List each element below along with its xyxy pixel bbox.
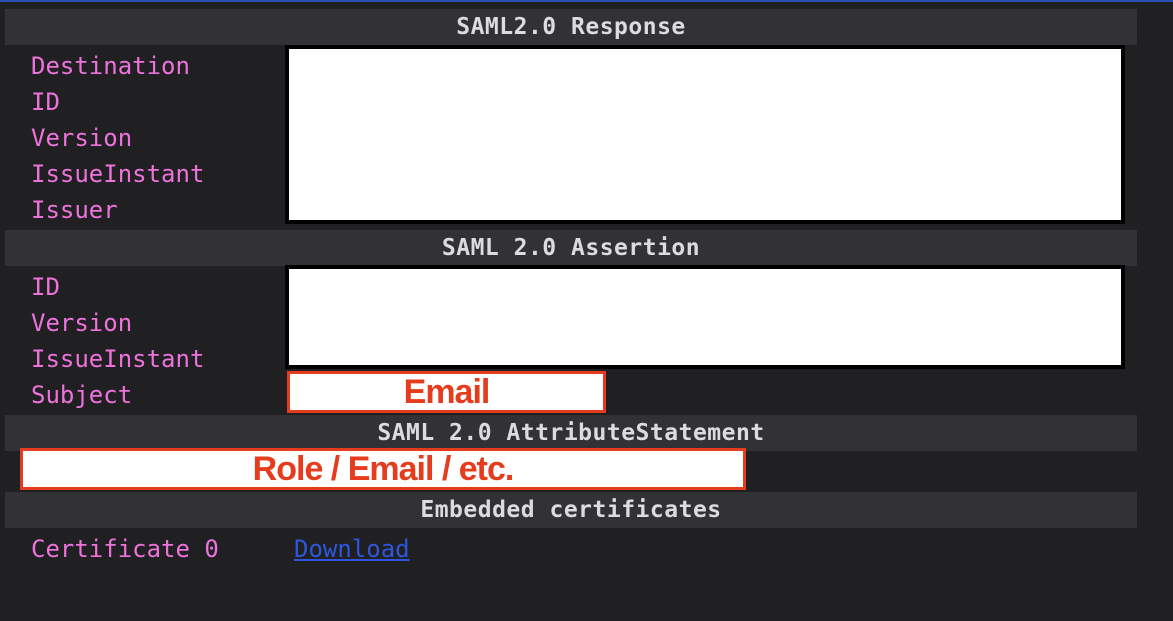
response-destination-label: Destination — [31, 52, 190, 80]
attribute-statement-section-header: SAML 2.0 AttributeStatement — [5, 415, 1137, 451]
assertion-id-label: ID — [31, 273, 60, 301]
certificates-section-header: Embedded certificates — [5, 492, 1137, 528]
certificate-0-label: Certificate 0 — [31, 535, 219, 563]
attribute-statement-annotation: Role / Email / etc. — [20, 448, 746, 490]
response-id-label: ID — [31, 88, 60, 116]
response-issuer-label: Issuer — [31, 196, 118, 224]
assertion-version-label: Version — [31, 309, 133, 337]
certificate-0-download-link[interactable]: Download — [294, 531, 410, 567]
response-values-redaction — [285, 45, 1125, 224]
assertion-values-redaction — [285, 265, 1125, 369]
assertion-issueinstant-label: IssueInstant — [31, 345, 205, 373]
subject-email-annotation: Email — [287, 371, 606, 413]
window-top-border — [0, 0, 1173, 2]
assertion-section-header: SAML 2.0 Assertion — [5, 230, 1137, 266]
response-section-header: SAML2.0 Response — [5, 9, 1137, 45]
assertion-subject-label: Subject — [31, 381, 133, 409]
response-version-label: Version — [31, 124, 133, 152]
response-issueinstant-label: IssueInstant — [31, 160, 205, 188]
